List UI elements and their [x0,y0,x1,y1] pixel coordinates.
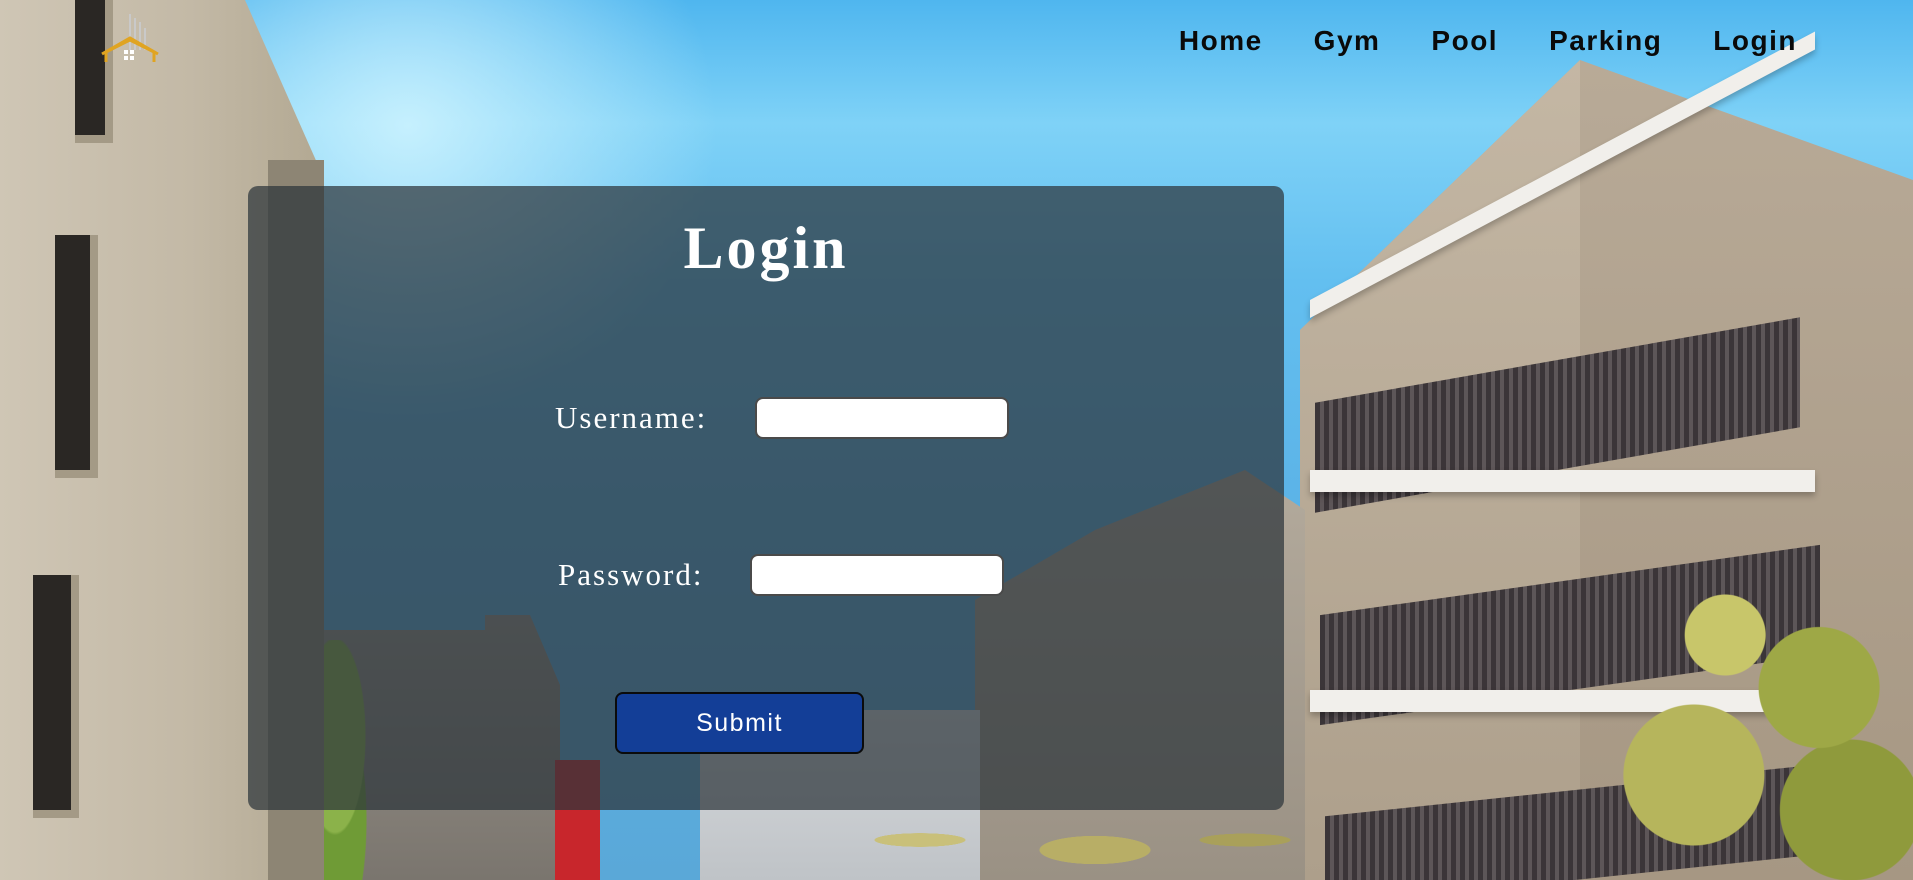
nav-gym-link[interactable]: Gym [1314,25,1381,57]
login-page: Home Gym Pool Parking Login Login Userna… [0,0,1913,880]
password-label: Password: [558,557,704,592]
background-tree-right [1600,530,1913,880]
login-title: Login [683,215,849,281]
password-input[interactable] [750,554,1004,596]
username-label: Username: [555,400,708,435]
top-navigation: Home Gym Pool Parking Login [1128,25,1797,57]
submit-button[interactable]: Submit [615,692,864,754]
nav-home-link[interactable]: Home [1179,25,1263,57]
house-building-logo-icon [101,14,159,62]
username-input[interactable] [755,397,1009,439]
building-window [33,575,79,818]
nav-parking-link[interactable]: Parking [1549,25,1662,57]
nav-pool-link[interactable]: Pool [1431,25,1498,57]
login-panel: Login Username: Password: Submit [248,186,1284,810]
balcony-slab [1310,470,1815,492]
logo[interactable] [100,10,162,66]
building-window [55,235,98,478]
nav-login-link[interactable]: Login [1713,25,1797,57]
